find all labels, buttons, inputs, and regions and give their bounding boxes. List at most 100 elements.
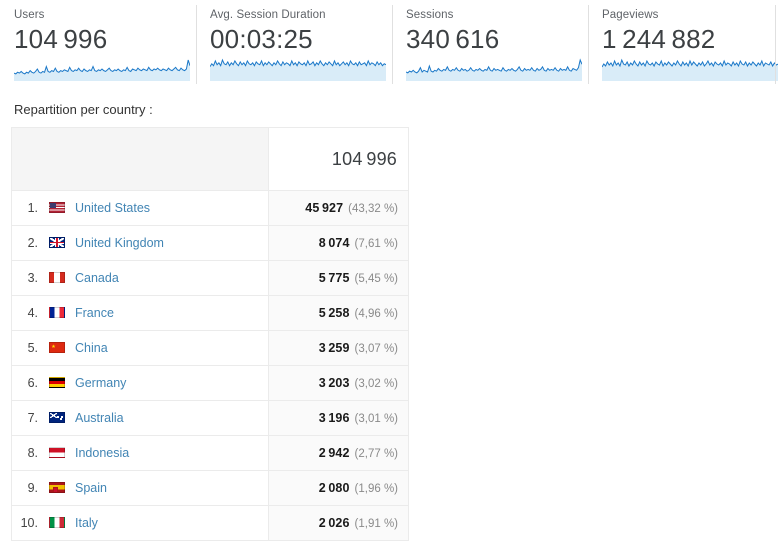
table-row: 6. Germany 3 203 (3,02 %) bbox=[11, 365, 409, 401]
country-link[interactable]: China bbox=[75, 341, 108, 355]
country-value: 2 942 bbox=[318, 446, 350, 460]
value-cell: 5 258 (4,96 %) bbox=[268, 295, 409, 331]
pageviews-sparkline bbox=[602, 57, 778, 81]
metric-label: Sessions bbox=[406, 9, 454, 21]
country-link[interactable]: France bbox=[75, 306, 114, 320]
table-row: 2. United Kingdom 8 074 (7,61 %) bbox=[11, 225, 409, 261]
country-link[interactable]: Indonesia bbox=[75, 446, 129, 460]
sessions-sparkline bbox=[406, 57, 582, 81]
country-percent: (4,96 %) bbox=[354, 308, 398, 320]
country-cell: 1. United States bbox=[11, 190, 269, 226]
section-title: Repartition per country : bbox=[14, 102, 153, 117]
flag-fr-icon bbox=[49, 307, 65, 319]
value-cell: 3 203 (3,02 %) bbox=[268, 365, 409, 401]
flag-au-icon bbox=[49, 412, 65, 424]
country-cell: 5. ★ China bbox=[11, 330, 269, 366]
value-cell: 2 080 (1,96 %) bbox=[268, 470, 409, 506]
country-cell: 10. Italy bbox=[11, 505, 269, 541]
country-cell: 4. France bbox=[11, 295, 269, 331]
country-percent: (1,91 %) bbox=[354, 518, 398, 530]
table-header-left-empty bbox=[11, 127, 269, 191]
value-cell: 2 026 (1,91 %) bbox=[268, 505, 409, 541]
country-value: 8 074 bbox=[318, 236, 350, 250]
table-header-total: 104 996 bbox=[268, 127, 409, 191]
country-value: 45 927 bbox=[305, 201, 344, 215]
country-link[interactable]: Australia bbox=[75, 411, 124, 425]
metric-label: Users bbox=[14, 9, 45, 21]
rank-number: 6. bbox=[27, 375, 38, 390]
metric-value: 340 616 bbox=[406, 24, 500, 54]
country-percent: (3,02 %) bbox=[354, 378, 398, 390]
metric-label: Pageviews bbox=[602, 9, 659, 21]
table-body: 1. United States 45 927 (43,32 %) 2. United K… bbox=[11, 190, 409, 541]
country-percent: (3,01 %) bbox=[354, 413, 398, 425]
rank-number: 2. bbox=[27, 235, 38, 250]
metric-card-avg-session-duration: Avg. Session Duration 00:03:25 bbox=[196, 0, 392, 90]
flag-us-icon bbox=[49, 202, 65, 214]
rank-number: 1. bbox=[27, 200, 38, 215]
country-value: 5 258 bbox=[318, 306, 350, 320]
country-percent: (7,61 %) bbox=[354, 238, 398, 250]
table-row: 10. Italy 2 026 (1,91 %) bbox=[11, 505, 409, 541]
country-link[interactable]: United Kingdom bbox=[75, 236, 164, 250]
flag-es-icon bbox=[49, 482, 65, 494]
country-link[interactable]: United States bbox=[75, 201, 150, 215]
country-breakdown-table: 104 996 1. United States 45 927 (43,32 %) 2.… bbox=[11, 127, 409, 541]
rank-number: 5. bbox=[27, 340, 38, 355]
rank-number: 8. bbox=[27, 445, 38, 460]
flag-cn-icon: ★ bbox=[49, 342, 65, 354]
table-row: 3. Canada 5 775 (5,45 %) bbox=[11, 260, 409, 296]
metric-card-users: Users 104 996 bbox=[0, 0, 196, 90]
value-cell: 5 775 (5,45 %) bbox=[268, 260, 409, 296]
country-cell: 9. Spain bbox=[11, 470, 269, 506]
country-value: 2 026 bbox=[318, 516, 350, 530]
metric-card-pageviews: Pageviews 1 244 882 bbox=[588, 0, 784, 90]
table-row: 8. Indonesia 2 942 (2,77 %) bbox=[11, 435, 409, 471]
country-value: 5 775 bbox=[318, 271, 350, 285]
rank-number: 4. bbox=[27, 305, 38, 320]
flag-it-icon bbox=[49, 517, 65, 529]
country-link[interactable]: Spain bbox=[75, 481, 107, 495]
flag-id-icon bbox=[49, 447, 65, 459]
rank-number: 7. bbox=[27, 410, 38, 425]
country-link[interactable]: Germany bbox=[75, 376, 126, 390]
country-link[interactable]: Italy bbox=[75, 516, 98, 530]
metric-card-sessions: Sessions 340 616 bbox=[392, 0, 588, 90]
flag-gb-icon bbox=[49, 237, 65, 249]
value-cell: 8 074 (7,61 %) bbox=[268, 225, 409, 261]
table-row: 9. Spain 2 080 (1,96 %) bbox=[11, 470, 409, 506]
country-cell: 2. United Kingdom bbox=[11, 225, 269, 261]
country-value: 2 080 bbox=[318, 481, 350, 495]
users-sparkline bbox=[14, 57, 190, 81]
metric-value: 1 244 882 bbox=[602, 24, 716, 54]
country-percent: (5,45 %) bbox=[354, 273, 398, 285]
country-value: 3 196 bbox=[318, 411, 350, 425]
value-cell: 3 196 (3,01 %) bbox=[268, 400, 409, 436]
country-value: 3 203 bbox=[318, 376, 350, 390]
metric-label: Avg. Session Duration bbox=[210, 9, 326, 21]
country-percent: (1,96 %) bbox=[354, 483, 398, 495]
country-link[interactable]: Canada bbox=[75, 271, 119, 285]
country-value: 3 259 bbox=[318, 341, 350, 355]
rank-number: 3. bbox=[27, 270, 38, 285]
session-duration-sparkline bbox=[210, 57, 386, 81]
country-cell: 6. Germany bbox=[11, 365, 269, 401]
metric-value: 00:03:25 bbox=[210, 24, 313, 54]
flag-ca-icon bbox=[49, 272, 65, 284]
value-cell: 2 942 (2,77 %) bbox=[268, 435, 409, 471]
metric-value: 104 996 bbox=[14, 24, 108, 54]
value-cell: 3 259 (3,07 %) bbox=[268, 330, 409, 366]
country-percent: (3,07 %) bbox=[354, 343, 398, 355]
country-percent: (2,77 %) bbox=[354, 448, 398, 460]
rank-number: 10. bbox=[20, 515, 38, 530]
table-header-row: 104 996 bbox=[11, 127, 409, 191]
country-percent: (43,32 %) bbox=[348, 203, 398, 215]
table-row: 5. ★ China 3 259 (3,07 %) bbox=[11, 330, 409, 366]
rank-number: 9. bbox=[27, 480, 38, 495]
country-cell: 3. Canada bbox=[11, 260, 269, 296]
country-cell: 7. Australia bbox=[11, 400, 269, 436]
table-row: 1. United States 45 927 (43,32 %) bbox=[11, 190, 409, 226]
flag-de-icon bbox=[49, 377, 65, 389]
table-row: 7. Australia 3 196 (3,01 %) bbox=[11, 400, 409, 436]
table-row: 4. France 5 258 (4,96 %) bbox=[11, 295, 409, 331]
